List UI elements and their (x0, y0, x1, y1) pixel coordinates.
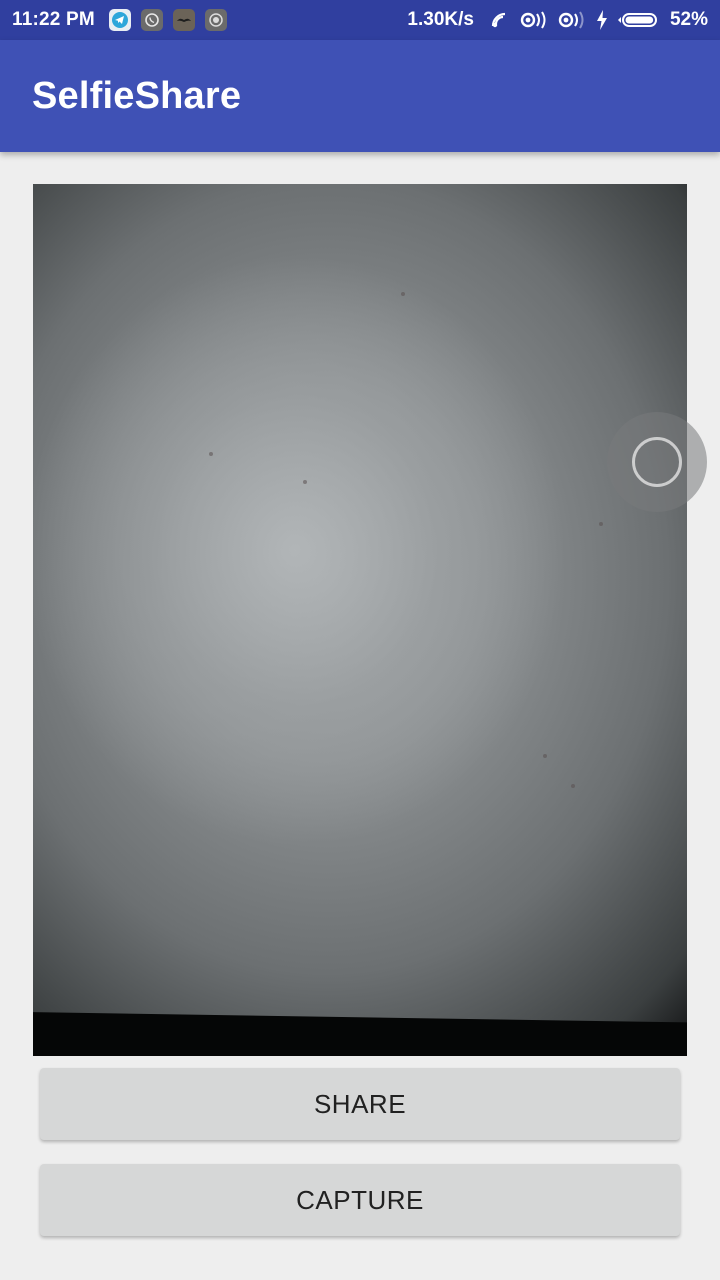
share-button[interactable]: SHARE (40, 1068, 680, 1140)
app-title: SelfieShare (32, 74, 242, 117)
screen: 11:22 PM 1.30K/s 52% SelfieShare SHARE C… (0, 0, 720, 1280)
status-left: 11:22 PM (12, 9, 237, 31)
charging-icon (596, 10, 608, 30)
preview-speck (209, 452, 213, 456)
preview-speck (571, 784, 575, 788)
battery-icon (616, 11, 658, 29)
camera-preview[interactable] (33, 184, 687, 1056)
preview-speck (303, 480, 307, 484)
preview-speck (401, 292, 405, 296)
signal-2-icon (558, 11, 588, 29)
capture-button[interactable]: CAPTURE (40, 1164, 680, 1236)
battery-percent: 52% (669, 9, 708, 30)
wifi-icon (490, 11, 512, 29)
mustache-app-icon (172, 9, 195, 31)
status-bar: 11:22 PM 1.30K/s 52% (0, 0, 720, 40)
preview-speck (599, 522, 603, 526)
status-time: 11:22 PM (12, 9, 95, 30)
floating-ball-button[interactable] (607, 412, 707, 512)
status-right: 1.30K/s 52% (407, 9, 708, 31)
whatsapp-icon (140, 9, 163, 31)
app-bar: SelfieShare (0, 40, 720, 152)
camera-app-icon (204, 9, 227, 31)
telegram-icon (108, 9, 131, 31)
signal-1-icon (520, 11, 550, 29)
floating-ball-ring-icon (632, 437, 682, 487)
network-speed: 1.30K/s (407, 9, 474, 30)
preview-speck (543, 754, 547, 758)
